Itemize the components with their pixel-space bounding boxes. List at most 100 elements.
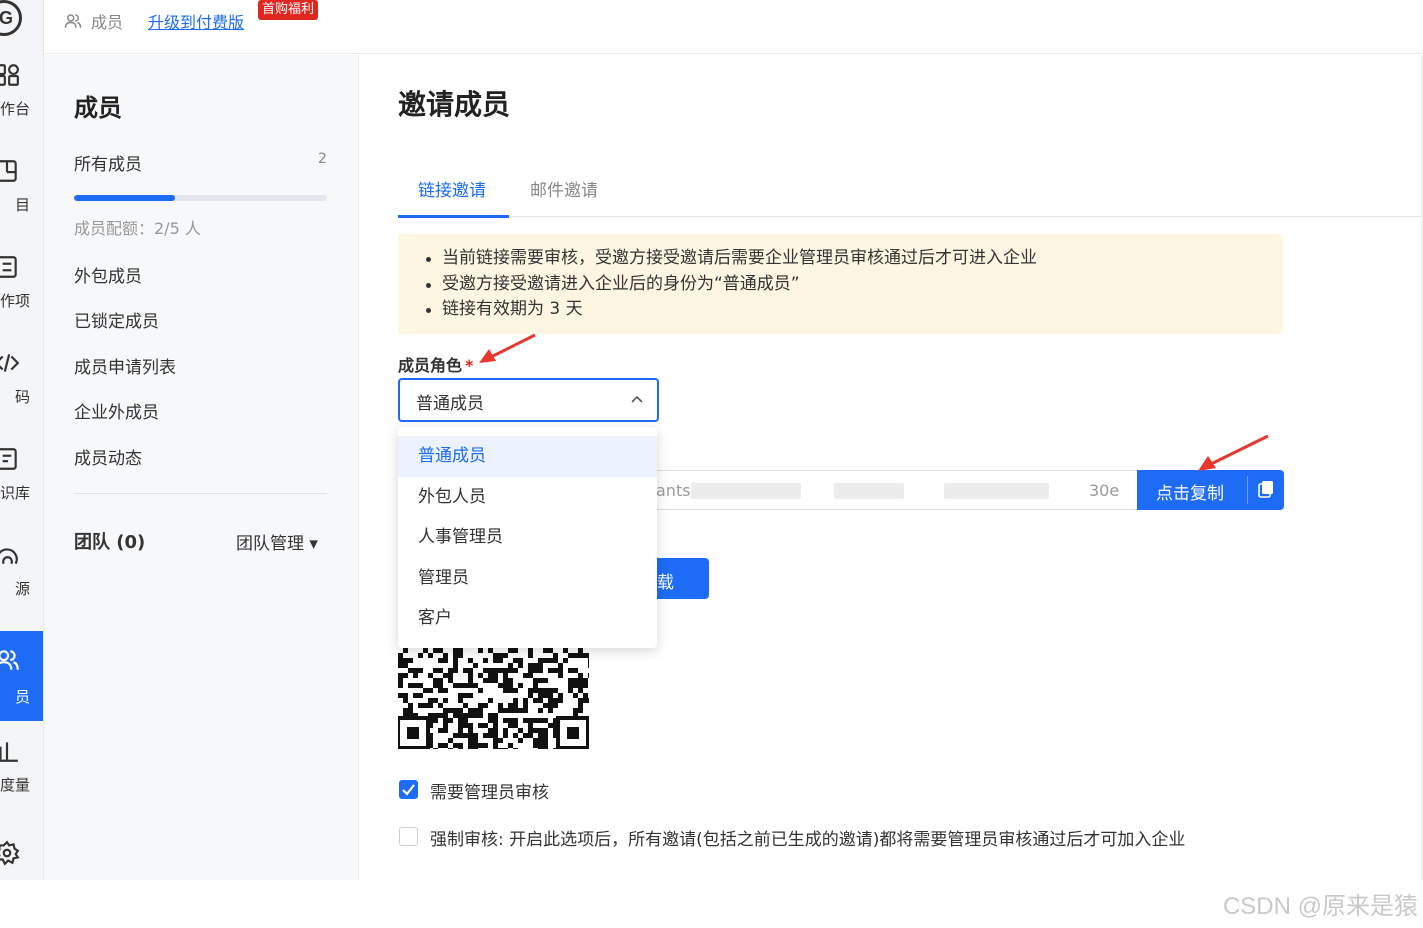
tab-email-invite[interactable]: 邮件邀请 bbox=[530, 176, 598, 201]
qr-module bbox=[493, 743, 498, 748]
role-select-value: 普通成员 bbox=[416, 394, 484, 414]
qr-module bbox=[503, 653, 508, 658]
qr-module bbox=[413, 693, 418, 698]
qr-module bbox=[583, 678, 588, 683]
rail-item-project[interactable]: 目 bbox=[0, 158, 43, 248]
qr-module bbox=[528, 733, 533, 738]
qr-module bbox=[518, 728, 523, 733]
qr-finder-center bbox=[407, 727, 419, 739]
rail-item-members[interactable]: 员 bbox=[0, 631, 43, 721]
qr-module bbox=[553, 698, 558, 703]
qr-module bbox=[543, 703, 548, 708]
invite-notice: 当前链接需要审核，受邀方接受邀请后需要企业管理员审核通过后才可进入企业 受邀方接… bbox=[398, 234, 1283, 334]
role-option-admin[interactable]: 管理员 bbox=[398, 558, 657, 599]
require-review-checkbox[interactable] bbox=[399, 780, 418, 799]
qr-module bbox=[443, 718, 448, 723]
qr-module bbox=[523, 703, 528, 708]
team-section-label[interactable]: 团队 (0) bbox=[74, 528, 145, 554]
qr-module bbox=[568, 668, 573, 673]
role-select[interactable]: 普通成员 bbox=[398, 378, 659, 422]
redacted-segment bbox=[691, 483, 801, 499]
role-option-regular-member[interactable]: 普通成员 bbox=[398, 436, 657, 477]
qr-module bbox=[513, 658, 518, 663]
qr-module bbox=[533, 728, 538, 733]
qr-module bbox=[438, 683, 443, 688]
qr-module bbox=[493, 718, 498, 723]
rail-item-code[interactable]: 码 bbox=[0, 350, 43, 440]
rail-item-workbench[interactable]: 作台 bbox=[0, 62, 43, 152]
qr-module bbox=[503, 728, 508, 733]
qr-module bbox=[398, 658, 403, 663]
force-review-label: 强制审核: 开启此选项后，所有邀请(包括之前已生成的邀请)都将需要管理员审核通过… bbox=[430, 830, 1186, 850]
qr-module bbox=[528, 693, 533, 698]
qr-module bbox=[508, 663, 513, 668]
upgrade-link[interactable]: 升级到付费版 bbox=[148, 9, 244, 33]
qr-module bbox=[468, 733, 473, 738]
sidebar-item-outsourced[interactable]: 外包成员 bbox=[74, 262, 142, 287]
qr-module bbox=[498, 658, 503, 663]
role-option-customer[interactable]: 客户 bbox=[398, 598, 657, 639]
qr-module bbox=[483, 658, 488, 663]
rail-item-metrics[interactable]: 度量 bbox=[0, 738, 43, 828]
copy-link-button[interactable]: 点击复制 bbox=[1137, 470, 1284, 510]
app-logo-letter: G bbox=[0, 7, 13, 28]
rail-item-settings[interactable] bbox=[0, 834, 43, 880]
rail-item-work-items[interactable]: 作项 bbox=[0, 254, 43, 344]
qr-module bbox=[448, 708, 453, 713]
quota-text: 成员配额：2/5 人 bbox=[74, 219, 201, 238]
sidebar-item-applications[interactable]: 成员申请列表 bbox=[74, 353, 176, 378]
qr-module bbox=[523, 733, 528, 738]
qr-module bbox=[578, 648, 583, 653]
qr-module bbox=[533, 738, 538, 743]
qr-module bbox=[463, 718, 468, 723]
qr-module bbox=[503, 668, 508, 673]
qr-module bbox=[458, 713, 463, 718]
qr-module bbox=[423, 688, 428, 693]
force-review-checkbox[interactable] bbox=[399, 827, 418, 846]
sidebar-item-activity[interactable]: 成员动态 bbox=[74, 444, 142, 469]
qr-module bbox=[588, 698, 589, 703]
qr-module bbox=[498, 748, 503, 749]
resource-icon bbox=[0, 548, 18, 565]
qr-module bbox=[483, 733, 488, 738]
qr-module bbox=[503, 678, 508, 683]
sidebar-item-external[interactable]: 企业外成员 bbox=[74, 398, 159, 423]
qr-module bbox=[498, 668, 503, 673]
annotation-arrow-icon bbox=[1198, 434, 1269, 471]
qr-module bbox=[543, 738, 548, 743]
qr-module bbox=[533, 678, 538, 683]
qr-module bbox=[448, 678, 453, 683]
qr-module bbox=[468, 713, 473, 718]
quota-progress-fill bbox=[74, 195, 176, 201]
role-option-outsourced[interactable]: 外包人员 bbox=[398, 477, 657, 518]
qr-module bbox=[453, 648, 458, 653]
qr-module bbox=[448, 748, 453, 749]
qr-module bbox=[553, 703, 558, 708]
qr-module bbox=[508, 703, 513, 708]
sidebar-item-all-members[interactable]: 所有成员 bbox=[74, 150, 142, 175]
qr-module bbox=[578, 683, 583, 688]
qr-module bbox=[483, 678, 488, 683]
qr-module bbox=[533, 663, 538, 668]
qr-module bbox=[533, 718, 538, 723]
qr-module bbox=[568, 653, 573, 658]
required-mark: * bbox=[465, 356, 474, 375]
qr-module bbox=[463, 723, 468, 728]
qr-module bbox=[468, 738, 473, 743]
sidebar-item-locked[interactable]: 已锁定成员 bbox=[74, 307, 159, 332]
qr-module bbox=[538, 718, 543, 723]
qr-module bbox=[538, 748, 543, 749]
qr-module bbox=[498, 738, 503, 743]
qr-module bbox=[588, 658, 589, 663]
qr-module bbox=[423, 648, 428, 653]
rail-item-resource[interactable]: 源 bbox=[0, 542, 43, 632]
role-option-hr-admin[interactable]: 人事管理员 bbox=[398, 517, 657, 558]
qr-module bbox=[398, 678, 403, 683]
rail-label-work-items: 作项 bbox=[0, 292, 30, 310]
page-title: 邀请成员 bbox=[398, 88, 511, 121]
tab-link-invite[interactable]: 链接邀请 bbox=[418, 176, 486, 201]
team-manage-dropdown[interactable]: 团队管理 ▾ bbox=[236, 529, 318, 554]
qr-module bbox=[458, 728, 463, 733]
app-logo[interactable]: G bbox=[0, 0, 22, 36]
rail-item-knowledge[interactable]: 识库 bbox=[0, 446, 43, 536]
